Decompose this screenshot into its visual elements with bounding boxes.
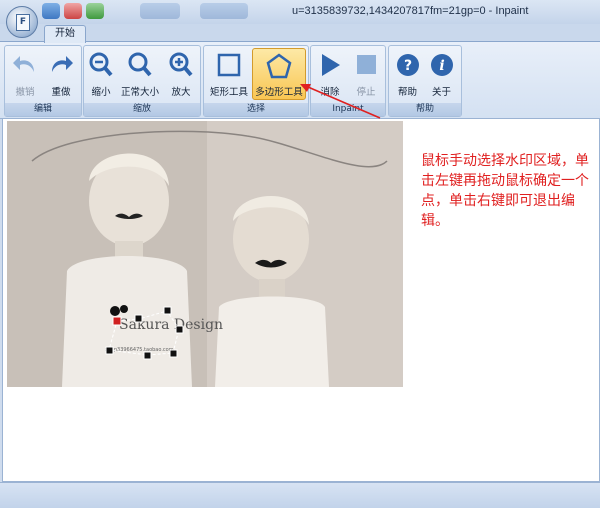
quick-access-toolbar[interactable] [140,3,180,19]
group-label-inpaint: Inpaint [311,103,385,116]
erase-label: 消除 [320,87,340,98]
save-icon[interactable] [42,3,60,19]
group-label-edit: 编辑 [5,103,81,116]
stop-button[interactable]: 停止 [349,49,383,99]
polygon-tool-button[interactable]: 多边形工具 [252,48,306,100]
about-button[interactable]: i 关于 [425,49,458,99]
instruction-annotation: 鼠标手动选择水印区域，单击左键再拖动鼠标确定一个点，单击右键即可退出编辑。 [421,153,589,229]
info-icon: i [430,54,453,76]
zoom-normal-button[interactable]: 正常大小 [118,49,162,99]
polygon-icon [266,53,292,79]
redo-button[interactable]: 重做 [45,49,77,99]
zoom-in-label: 放大 [171,87,191,98]
zoom-out-icon [89,52,113,77]
group-label-select: 选择 [204,103,308,116]
group-inpaint: 消除 停止 Inpaint [310,45,386,117]
tab-home[interactable]: 开始 [44,25,86,43]
selection-handle[interactable] [175,325,184,334]
stop-label: 停止 [356,87,376,98]
tab-row [0,24,600,41]
help-icon: ? [396,54,419,76]
group-label-help: 帮助 [389,103,461,116]
selection-handle[interactable] [105,346,114,355]
redo-label: 重做 [51,87,71,98]
selection-handle[interactable] [163,306,172,315]
group-select: 矩形工具 多边形工具 选择 [203,45,309,117]
ribbon: 撤销 重做 编辑 缩小 正常大小 放大 缩放 矩形工具 多边形工具 选择 消除 … [0,41,600,119]
selection-handle[interactable] [143,351,152,360]
zoom-normal-icon [128,52,152,77]
rectangle-icon [217,53,241,77]
about-label: 关于 [431,87,451,98]
quick-access-icon[interactable] [86,3,104,19]
help-button[interactable]: ? 帮助 [391,49,424,99]
canvas-area[interactable]: Sakura Design shop33966475.taobao.com 鼠标… [2,118,600,482]
quick-access-toolbar[interactable] [200,3,248,19]
rectangle-tool-button[interactable]: 矩形工具 [206,49,252,99]
svg-text:?: ? [403,58,411,74]
window-title: u=3135839732,1434207817fm=21gp=0 - Inpai… [292,5,529,17]
zoom-in-icon [169,52,193,77]
app-document-icon: F [16,14,30,31]
image-canvas[interactable]: Sakura Design shop33966475.taobao.com [7,121,403,387]
erase-button[interactable]: 消除 [313,49,347,99]
selection-handle-active[interactable] [112,316,122,326]
redo-icon [52,56,73,72]
group-edit: 撤销 重做 编辑 [4,45,82,117]
selection-handle[interactable] [169,349,178,358]
watermark-subtext: shop33966475.taobao.com [105,347,174,353]
zoom-in-button[interactable]: 放大 [166,49,196,99]
undo-icon [13,56,34,72]
application-menu-button[interactable]: F [6,6,38,38]
zoom-normal-label: 正常大小 [120,87,159,98]
polygon-tool-label: 多边形工具 [255,87,303,98]
zoom-out-button[interactable]: 缩小 [86,49,116,99]
rectangle-tool-label: 矩形工具 [209,87,248,98]
stop-icon [357,55,376,74]
help-label: 帮助 [397,87,417,98]
title-bar: u=3135839732,1434207817fm=21gp=0 - Inpai… [0,0,600,24]
quick-access-icon[interactable] [64,3,82,19]
status-bar [0,482,600,508]
undo-label: 撤销 [15,87,35,98]
undo-button[interactable]: 撤销 [9,49,41,99]
play-icon [322,54,340,76]
svg-text:i: i [439,58,444,74]
zoom-out-label: 缩小 [91,87,111,98]
group-label-zoom: 缩放 [84,103,200,116]
group-zoom: 缩小 正常大小 放大 缩放 [83,45,201,117]
group-help: ? 帮助 i 关于 帮助 [388,45,462,117]
selection-handle[interactable] [134,314,143,323]
photo-image: Sakura Design shop33966475.taobao.com [7,121,403,387]
